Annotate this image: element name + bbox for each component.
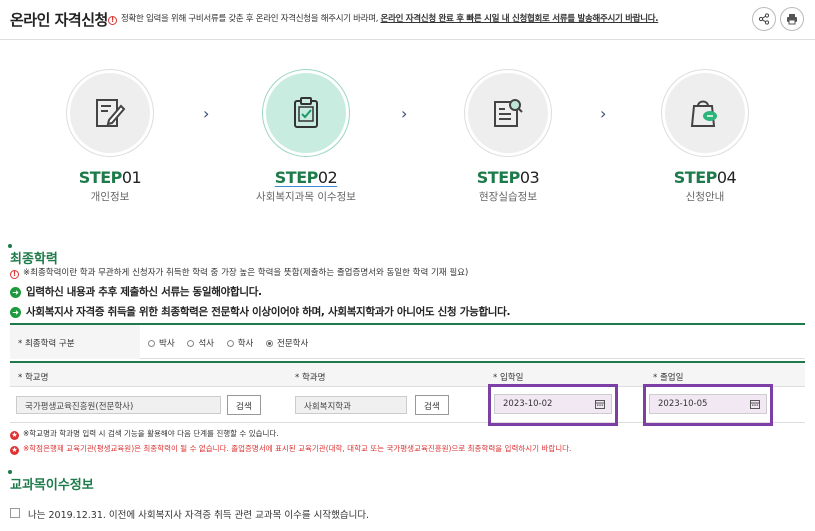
dept-label: * 학과명 [295, 373, 326, 383]
step-3-circle [465, 70, 551, 156]
dept-search-button[interactable]: 검색 [415, 395, 449, 415]
step-1-number: STEP01 [78, 168, 142, 187]
step-3-number: STEP03 [476, 168, 540, 187]
step-1: STEP01 개인정보 [50, 70, 170, 204]
pre-2019-checkbox[interactable] [10, 508, 20, 518]
section-title-education: 최종학력 [8, 244, 58, 267]
admit-date-input[interactable]: 2023-10-02 [494, 394, 612, 414]
warning-credit-bank: ★ ※학점은행제 교육기관(평생교육원)은 최종학력이 될 수 없습니다. 졸업증… [10, 444, 572, 455]
section-title-course: 교과목이수정보 [8, 470, 94, 493]
degree-radio-bachelor[interactable]: 학사 [226, 337, 253, 349]
step-4-circle [662, 70, 748, 156]
degree-radio-associate[interactable]: 전문학사 [266, 337, 308, 349]
step-2-label: 사회복지과목 이수정보 [256, 191, 356, 203]
print-button[interactable] [780, 7, 804, 31]
share-button[interactable] [752, 7, 776, 31]
radio-button-selected[interactable] [266, 339, 274, 347]
admit-label: * 입학일 [493, 373, 524, 383]
pre-2019-checkbox-label[interactable]: 나는 2019.12.31. 이전에 사회복지사 자격증 취득 관련 교과목 이… [28, 507, 369, 521]
radio-button[interactable] [226, 339, 234, 347]
step-4-label: 신청안내 [685, 191, 725, 203]
page-title: 온라인 자격신청 [10, 11, 108, 29]
step-1-circle [67, 70, 153, 156]
shopping-bag-chat-icon [690, 100, 717, 127]
header-notice: ! 정확한 입력을 위해 구비서류를 갖춘 후 온라인 자격신청을 해주시기 바라… [108, 12, 659, 25]
education-note: ! ※최종학력이란 학과 무관하게 신청자가 취득한 학력 중 가장 높은 학력을… [10, 266, 468, 279]
step-1-label: 개인정보 [90, 191, 130, 203]
document-search-icon [494, 99, 523, 127]
calendar-icon[interactable] [750, 399, 760, 409]
edit-document-icon [96, 99, 126, 127]
info-icon: ! [108, 16, 117, 25]
warning-star-icon: ★ [10, 446, 19, 455]
school-label: * 학교명 [18, 373, 49, 383]
step-2: STEP02 사회복지과목 이수정보 [246, 70, 366, 204]
step-3-label: 현장실습정보 [479, 191, 537, 203]
notice-bold-text: 온라인 자격신청 완료 후 빠른 시일 내 신청협회로 서류를 발송해주시기 바… [380, 14, 659, 24]
step-3: STEP03 현장실습정보 [448, 70, 568, 204]
chevron-right-icon: › [401, 104, 408, 123]
chevron-right-icon: › [600, 104, 607, 123]
education-line-2: ➜ 사회복지사 자격증 취득을 위한 최종학력은 전문학사 이상이어야 하며, 사… [10, 304, 511, 319]
step-2-circle [263, 70, 349, 156]
degree-radio-master[interactable]: 석사 [187, 337, 214, 349]
chevron-right-icon: › [203, 104, 210, 123]
clipboard-check-icon [294, 97, 318, 128]
calendar-icon[interactable] [595, 399, 605, 409]
grad-date-highlight: 2023-10-05 [643, 384, 773, 426]
warning-search: ★ ※학교명과 학과명 입력 시 검색 기능을 활용해야 다음 단계를 진행할 수… [10, 429, 279, 440]
education-form: * 최종학력 구분 박사 석사 학사 전문학사 * 학교명 * 학과명 * 입학… [10, 323, 805, 426]
info-icon: ! [10, 270, 19, 279]
degree-radio-group: 박사 석사 학사 전문학사 [148, 337, 318, 350]
radio-button[interactable] [187, 339, 195, 347]
share-icon [758, 13, 770, 25]
arrow-circle-icon: ➜ [10, 307, 21, 318]
degree-row: * 최종학력 구분 박사 석사 학사 전문학사 [10, 325, 805, 359]
step-2-number: STEP02 [274, 168, 338, 187]
warning-star-icon: ★ [10, 431, 19, 440]
admit-date-highlight: 2023-10-02 [488, 384, 618, 426]
print-icon [787, 14, 797, 25]
school-input-row: 국가평생교육진흥원(전문학사) 검색 사회복지학과 검색 2023-10-02 … [10, 384, 805, 426]
dept-name-field[interactable]: 사회복지학과 [295, 396, 407, 414]
notice-text: 정확한 입력을 위해 구비서류를 갖춘 후 온라인 자격신청을 해주시기 바라며… [121, 14, 381, 24]
grad-label: * 졸업일 [653, 373, 684, 383]
radio-button[interactable] [148, 339, 155, 347]
degree-label: * 최종학력 구분 [10, 325, 140, 359]
step-4: STEP04 신청안내 [645, 70, 765, 204]
grad-date-input[interactable]: 2023-10-05 [649, 394, 767, 414]
step-4-number: STEP04 [673, 168, 737, 187]
school-search-button[interactable]: 검색 [227, 395, 261, 415]
education-line-1: ➜ 입력하신 내용과 추후 제출하신 서류는 동일해야합니다. [10, 284, 262, 299]
arrow-circle-icon: ➜ [10, 287, 21, 298]
degree-radio-phd[interactable]: 박사 [148, 337, 175, 349]
page-header: 온라인 자격신청 ! 정확한 입력을 위해 구비서류를 갖춘 후 온라인 자격신청… [0, 0, 815, 40]
school-name-field[interactable]: 국가평생교육진흥원(전문학사) [16, 396, 221, 414]
